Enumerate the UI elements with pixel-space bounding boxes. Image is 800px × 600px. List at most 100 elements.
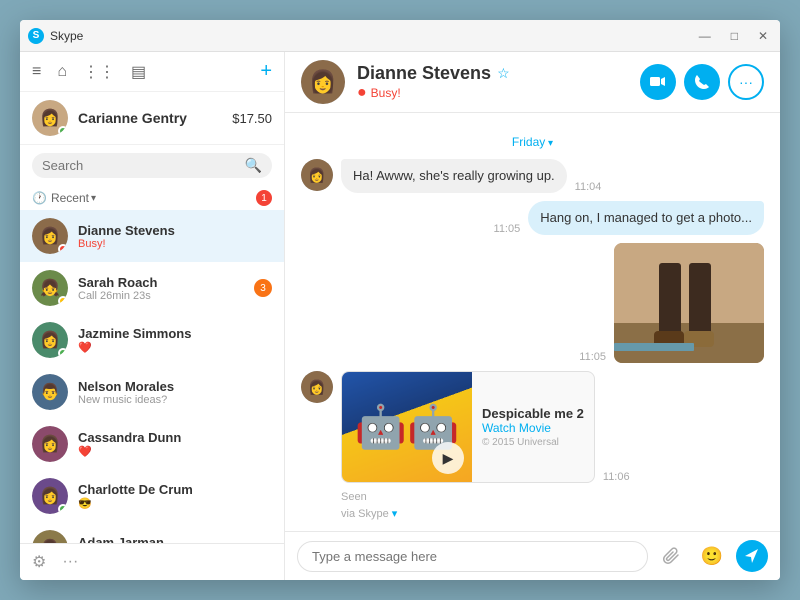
message-image bbox=[614, 243, 764, 363]
msg-avatar-dianne: 👩 bbox=[301, 159, 333, 191]
messages-area: Friday 👩 Ha! Awww, she's really growing … bbox=[285, 113, 780, 531]
grid-icon[interactable]: ⋮⋮ bbox=[83, 62, 115, 82]
recent-label: Recent bbox=[51, 191, 89, 205]
sidebar-username: Carianne Gentry bbox=[78, 110, 232, 126]
contact-avatar-charlotte: 👩 bbox=[32, 478, 68, 514]
message-bubble-2: Hang on, I managed to get a photo... bbox=[528, 201, 764, 235]
credit-amount: $17.50 bbox=[232, 111, 272, 126]
unread-badge-sarah: 3 bbox=[254, 279, 272, 297]
contact-info-dianne: Dianne Stevens Busy! bbox=[78, 223, 272, 250]
attach-file-button[interactable] bbox=[656, 540, 688, 572]
movie-card: 🤖🤖 ▶ Despicable me 2 Watch Movie © 2015 … bbox=[341, 371, 595, 483]
contact-avatar-dianne: 👩 bbox=[32, 218, 68, 254]
contact-name: Nelson Morales bbox=[78, 379, 272, 394]
message-text-1: Ha! Awww, she's really growing up. bbox=[353, 168, 555, 183]
message-row-outgoing-image: 11:05 bbox=[301, 243, 764, 363]
message-input[interactable] bbox=[297, 541, 648, 572]
chat-contact-name: Dianne Stevens bbox=[357, 63, 491, 84]
chat-actions: ··· bbox=[640, 64, 764, 100]
msg-avatar-dianne-2: 👩 bbox=[301, 371, 333, 403]
contact-item-dianne[interactable]: 👩 Dianne Stevens Busy! bbox=[20, 210, 284, 262]
chat-input-area: 🙂 bbox=[285, 531, 780, 580]
more-icon[interactable]: ··· bbox=[62, 553, 78, 571]
contact-item-adam[interactable]: 👨 Adam Jarman WFH Wed/Thurs bbox=[20, 522, 284, 543]
message-time-2: 11:05 bbox=[494, 223, 521, 235]
play-button[interactable]: ▶ bbox=[432, 442, 464, 474]
chat-header: 👩 Dianne Stevens ☆ ● Busy! bbox=[285, 52, 780, 113]
contact-item-charlotte[interactable]: 👩 Charlotte De Crum 😎 bbox=[20, 470, 284, 522]
voice-call-button[interactable] bbox=[684, 64, 720, 100]
contact-emoji: ❤️ bbox=[78, 445, 272, 458]
recent-badge: 1 bbox=[256, 190, 272, 206]
video-call-button[interactable] bbox=[640, 64, 676, 100]
message-time-1: 11:04 bbox=[575, 181, 602, 193]
contact-name: Cassandra Dunn bbox=[78, 430, 272, 445]
app-window: S Skype — □ ✕ ≡ ⌂ ⋮⋮ ▤ + 👩 bbox=[20, 20, 780, 580]
movie-thumbnail: 🤖🤖 ▶ bbox=[342, 372, 472, 482]
contact-item-jazmine[interactable]: 👩 Jazmine Simmons ❤️ bbox=[20, 314, 284, 366]
contact-item-sarah[interactable]: 👧 Sarah Roach Call 26min 23s 3 bbox=[20, 262, 284, 314]
contact-avatar-cassandra: 👩 bbox=[32, 426, 68, 462]
contact-status-dot-dianne bbox=[58, 244, 68, 254]
book-icon[interactable]: ▤ bbox=[131, 62, 146, 82]
contact-status-dot-jazmine bbox=[58, 348, 68, 358]
sidebar-footer: ⚙ ··· bbox=[20, 543, 284, 580]
contact-emoji: 😎 bbox=[78, 497, 272, 510]
sidebar-toolbar: ≡ ⌂ ⋮⋮ ▤ + bbox=[20, 52, 284, 92]
contact-item-cassandra[interactable]: 👩 Cassandra Dunn ❤️ bbox=[20, 418, 284, 470]
message-row-outgoing-1: 11:05 Hang on, I managed to get a photo.… bbox=[301, 201, 764, 235]
contact-emoji: ❤️ bbox=[78, 341, 272, 354]
contact-info-nelson: Nelson Morales New music ideas? bbox=[78, 379, 272, 406]
message-row-incoming-1: 👩 Ha! Awww, she's really growing up. 11:… bbox=[301, 159, 764, 193]
main-content: ≡ ⌂ ⋮⋮ ▤ + 👩 Carianne Gentry $17.50 🔍 bbox=[20, 52, 780, 580]
settings-icon[interactable]: ⚙ bbox=[32, 552, 46, 572]
seen-label: Seen bbox=[341, 491, 764, 503]
contact-status: Busy! bbox=[78, 238, 272, 250]
image-placeholder bbox=[614, 243, 764, 363]
contact-status-dot-sarah bbox=[58, 296, 68, 306]
contact-info-charlotte: Charlotte De Crum 😎 bbox=[78, 482, 272, 510]
contact-info-sarah: Sarah Roach Call 26min 23s bbox=[78, 275, 254, 302]
emoji-button[interactable]: 🙂 bbox=[696, 540, 728, 572]
menu-icon[interactable]: ≡ bbox=[32, 63, 41, 81]
maximize-button[interactable]: □ bbox=[727, 27, 742, 45]
chat-user-info: Dianne Stevens ☆ ● Busy! bbox=[357, 63, 640, 102]
via-skype-label: via Skype ▾ bbox=[341, 507, 764, 520]
chat-contact-status: ● Busy! bbox=[357, 84, 640, 102]
contact-name: Adam Jarman bbox=[78, 535, 272, 544]
contact-list: 👩 Dianne Stevens Busy! 👧 Sarah bbox=[20, 210, 284, 543]
search-icon: 🔍 bbox=[245, 157, 262, 174]
window-controls: — □ ✕ bbox=[695, 27, 772, 45]
contact-avatar-adam: 👨 bbox=[32, 530, 68, 543]
watch-movie-link[interactable]: Watch Movie bbox=[482, 421, 584, 435]
title-bar: S Skype — □ ✕ bbox=[20, 20, 780, 52]
message-text-2: Hang on, I managed to get a photo... bbox=[540, 210, 752, 225]
search-input[interactable] bbox=[42, 158, 245, 173]
user-status-dot bbox=[58, 126, 68, 136]
home-icon[interactable]: ⌂ bbox=[57, 63, 67, 81]
chat-area: 👩 Dianne Stevens ☆ ● Busy! bbox=[285, 52, 780, 580]
minimize-button[interactable]: — bbox=[695, 27, 715, 45]
search-bar[interactable]: 🔍 bbox=[32, 153, 272, 178]
sidebar: ≡ ⌂ ⋮⋮ ▤ + 👩 Carianne Gentry $17.50 🔍 bbox=[20, 52, 285, 580]
contact-name: Charlotte De Crum bbox=[78, 482, 272, 497]
app-icon: S bbox=[28, 28, 44, 44]
movie-title: Despicable me 2 bbox=[482, 406, 584, 421]
movie-info: Despicable me 2 Watch Movie © 2015 Unive… bbox=[472, 372, 594, 482]
recent-header[interactable]: 🕐 Recent ▾ 1 bbox=[20, 186, 284, 210]
add-button[interactable]: + bbox=[260, 60, 272, 83]
contact-info-jazmine: Jazmine Simmons ❤️ bbox=[78, 326, 272, 354]
contact-info-cassandra: Cassandra Dunn ❤️ bbox=[78, 430, 272, 458]
star-icon[interactable]: ☆ bbox=[497, 65, 510, 82]
close-button[interactable]: ✕ bbox=[754, 27, 772, 45]
day-divider[interactable]: Friday bbox=[301, 133, 764, 151]
contact-avatar-sarah: 👧 bbox=[32, 270, 68, 306]
via-skype-link[interactable]: ▾ bbox=[392, 508, 398, 520]
more-options-button[interactable]: ··· bbox=[728, 64, 764, 100]
send-button[interactable] bbox=[736, 540, 768, 572]
sidebar-user: 👩 Carianne Gentry $17.50 bbox=[20, 92, 284, 145]
movie-copyright: © 2015 Universal bbox=[482, 437, 584, 448]
contact-item-nelson[interactable]: 👨 Nelson Morales New music ideas? bbox=[20, 366, 284, 418]
chat-contact-avatar: 👩 bbox=[301, 60, 345, 104]
contact-status: New music ideas? bbox=[78, 394, 272, 406]
